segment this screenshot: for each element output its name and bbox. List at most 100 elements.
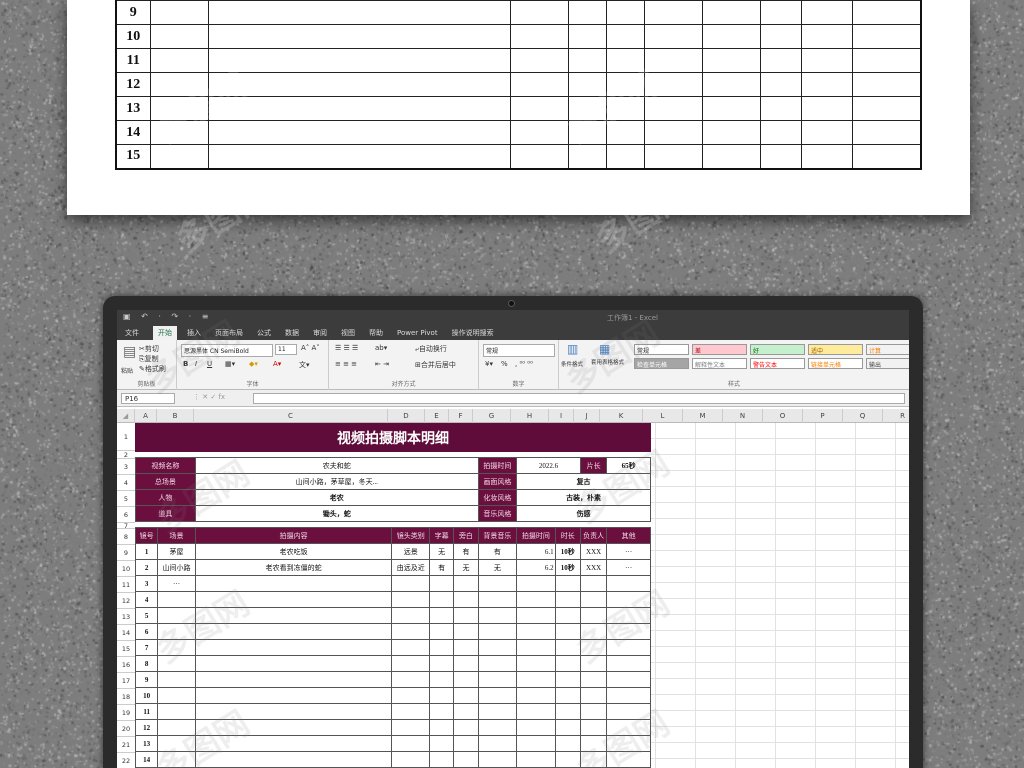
table-cell[interactable]: ···	[606, 559, 651, 576]
fill-color-icon[interactable]: ◆▾	[249, 360, 258, 368]
table-cell[interactable]	[554, 703, 581, 720]
length-value[interactable]: 65秒	[606, 457, 651, 474]
row-header[interactable]: 18	[117, 689, 135, 705]
font-color-icon[interactable]: A▾	[273, 360, 281, 368]
table-cell[interactable]	[428, 751, 455, 768]
table-cell[interactable]	[157, 735, 196, 752]
column-header[interactable]: M	[683, 409, 723, 423]
column-header[interactable]: J	[574, 409, 600, 423]
ribbon-tab[interactable]: 文件	[125, 328, 139, 338]
formula-icons[interactable]: ⋮ ✕ ✓ fx	[193, 393, 225, 401]
conditional-format-button[interactable]: 条件格式	[561, 360, 583, 368]
table-cell[interactable]	[194, 751, 393, 768]
table-cell[interactable]: 老农吃饭	[194, 543, 393, 560]
location-label[interactable]: 总场景	[135, 473, 196, 490]
table-cell[interactable]	[579, 687, 608, 704]
align-top-icon[interactable]: ☰ ☰ ☰	[335, 344, 358, 352]
table-cell[interactable]: ···	[157, 575, 196, 592]
props-value[interactable]: 锄头，蛇	[194, 505, 479, 522]
table-cell[interactable]	[516, 591, 556, 608]
table-cell[interactable]	[606, 703, 651, 720]
cell-style-swatch[interactable]: 计算	[866, 344, 909, 355]
table-cell[interactable]	[453, 607, 479, 624]
cell-style-swatch[interactable]: 检查单元格	[634, 358, 689, 369]
table-cell[interactable]	[579, 591, 608, 608]
table-cell[interactable]	[477, 719, 518, 736]
style-value[interactable]: 复古	[516, 473, 651, 490]
table-cell[interactable]: 7	[134, 639, 159, 656]
table-cell[interactable]	[579, 719, 608, 736]
column-header[interactable]: C	[194, 409, 388, 423]
ribbon-tab[interactable]: 操作说明搜索	[452, 328, 494, 338]
table-cell[interactable]	[157, 607, 196, 624]
table-cell[interactable]: 2	[134, 559, 159, 576]
column-header[interactable]: Q	[843, 409, 883, 423]
table-cell[interactable]	[391, 703, 430, 720]
table-cell[interactable]	[194, 735, 393, 752]
table-cell[interactable]	[579, 703, 608, 720]
shoot-time-value[interactable]: 2022.6	[516, 457, 581, 474]
column-header[interactable]: B	[157, 409, 194, 423]
ribbon-tab[interactable]: 数据	[285, 328, 299, 338]
table-cell[interactable]	[477, 751, 518, 768]
table-cell[interactable]	[391, 591, 430, 608]
column-title[interactable]: 镜头类别	[391, 527, 430, 544]
ribbon-tab[interactable]: 帮助	[369, 328, 383, 338]
table-cell[interactable]	[453, 735, 479, 752]
table-cell[interactable]	[516, 687, 556, 704]
column-title[interactable]: 背景音乐	[477, 527, 518, 544]
table-cell[interactable]	[428, 735, 455, 752]
table-cell[interactable]: XXX	[579, 543, 608, 560]
row-header[interactable]: 14	[117, 625, 135, 641]
table-cell[interactable]	[428, 703, 455, 720]
align-left-icon[interactable]: ≡ ≡ ≡	[335, 360, 357, 368]
row-header[interactable]: 8	[117, 529, 135, 545]
table-cell[interactable]	[516, 607, 556, 624]
table-cell[interactable]	[428, 639, 455, 656]
table-cell[interactable]	[554, 591, 581, 608]
table-cell[interactable]: 10	[134, 687, 159, 704]
column-header[interactable]: R	[883, 409, 909, 423]
table-cell[interactable]: 3	[134, 575, 159, 592]
table-cell[interactable]	[453, 575, 479, 592]
table-cell[interactable]	[554, 719, 581, 736]
percent-button[interactable]: %	[501, 360, 508, 368]
table-cell[interactable]	[606, 591, 651, 608]
column-header[interactable]: F	[449, 409, 473, 423]
table-cell[interactable]	[554, 639, 581, 656]
table-cell[interactable]	[579, 671, 608, 688]
table-cell[interactable]	[194, 591, 393, 608]
makeup-value[interactable]: 古装，朴素	[516, 489, 651, 506]
row-header[interactable]: 11	[117, 577, 135, 593]
table-cell[interactable]	[428, 623, 455, 640]
ribbon-tab[interactable]: 视图	[341, 328, 355, 338]
cell-style-swatch[interactable]: 链接单元格	[808, 358, 863, 369]
table-cell[interactable]	[477, 735, 518, 752]
table-cell[interactable]	[391, 719, 430, 736]
table-cell[interactable]	[477, 623, 518, 640]
table-cell[interactable]	[606, 575, 651, 592]
table-cell[interactable]	[157, 703, 196, 720]
column-header[interactable]: I	[549, 409, 574, 423]
column-title[interactable]: 字幕	[428, 527, 455, 544]
row-header[interactable]: 3	[117, 459, 135, 475]
column-header[interactable]: E	[425, 409, 449, 423]
table-cell[interactable]	[194, 575, 393, 592]
paste-icon[interactable]: ▤	[123, 344, 136, 360]
italic-button[interactable]: I	[195, 360, 197, 368]
table-cell[interactable]: 无	[477, 559, 518, 576]
name-box[interactable]: P16	[121, 393, 175, 404]
table-cell[interactable]	[453, 671, 479, 688]
table-cell[interactable]	[157, 591, 196, 608]
table-cell[interactable]	[516, 623, 556, 640]
column-title[interactable]: 场景	[157, 527, 196, 544]
table-cell[interactable]	[194, 607, 393, 624]
table-cell[interactable]	[428, 719, 455, 736]
table-cell[interactable]	[194, 719, 393, 736]
table-cell[interactable]: 4	[134, 591, 159, 608]
cell-style-swatch[interactable]: 警告文本	[750, 358, 805, 369]
table-cell[interactable]	[157, 751, 196, 768]
table-cell[interactable]	[428, 671, 455, 688]
font-size-select[interactable]: 11	[275, 344, 297, 355]
table-cell[interactable]: 茅屋	[157, 543, 196, 560]
